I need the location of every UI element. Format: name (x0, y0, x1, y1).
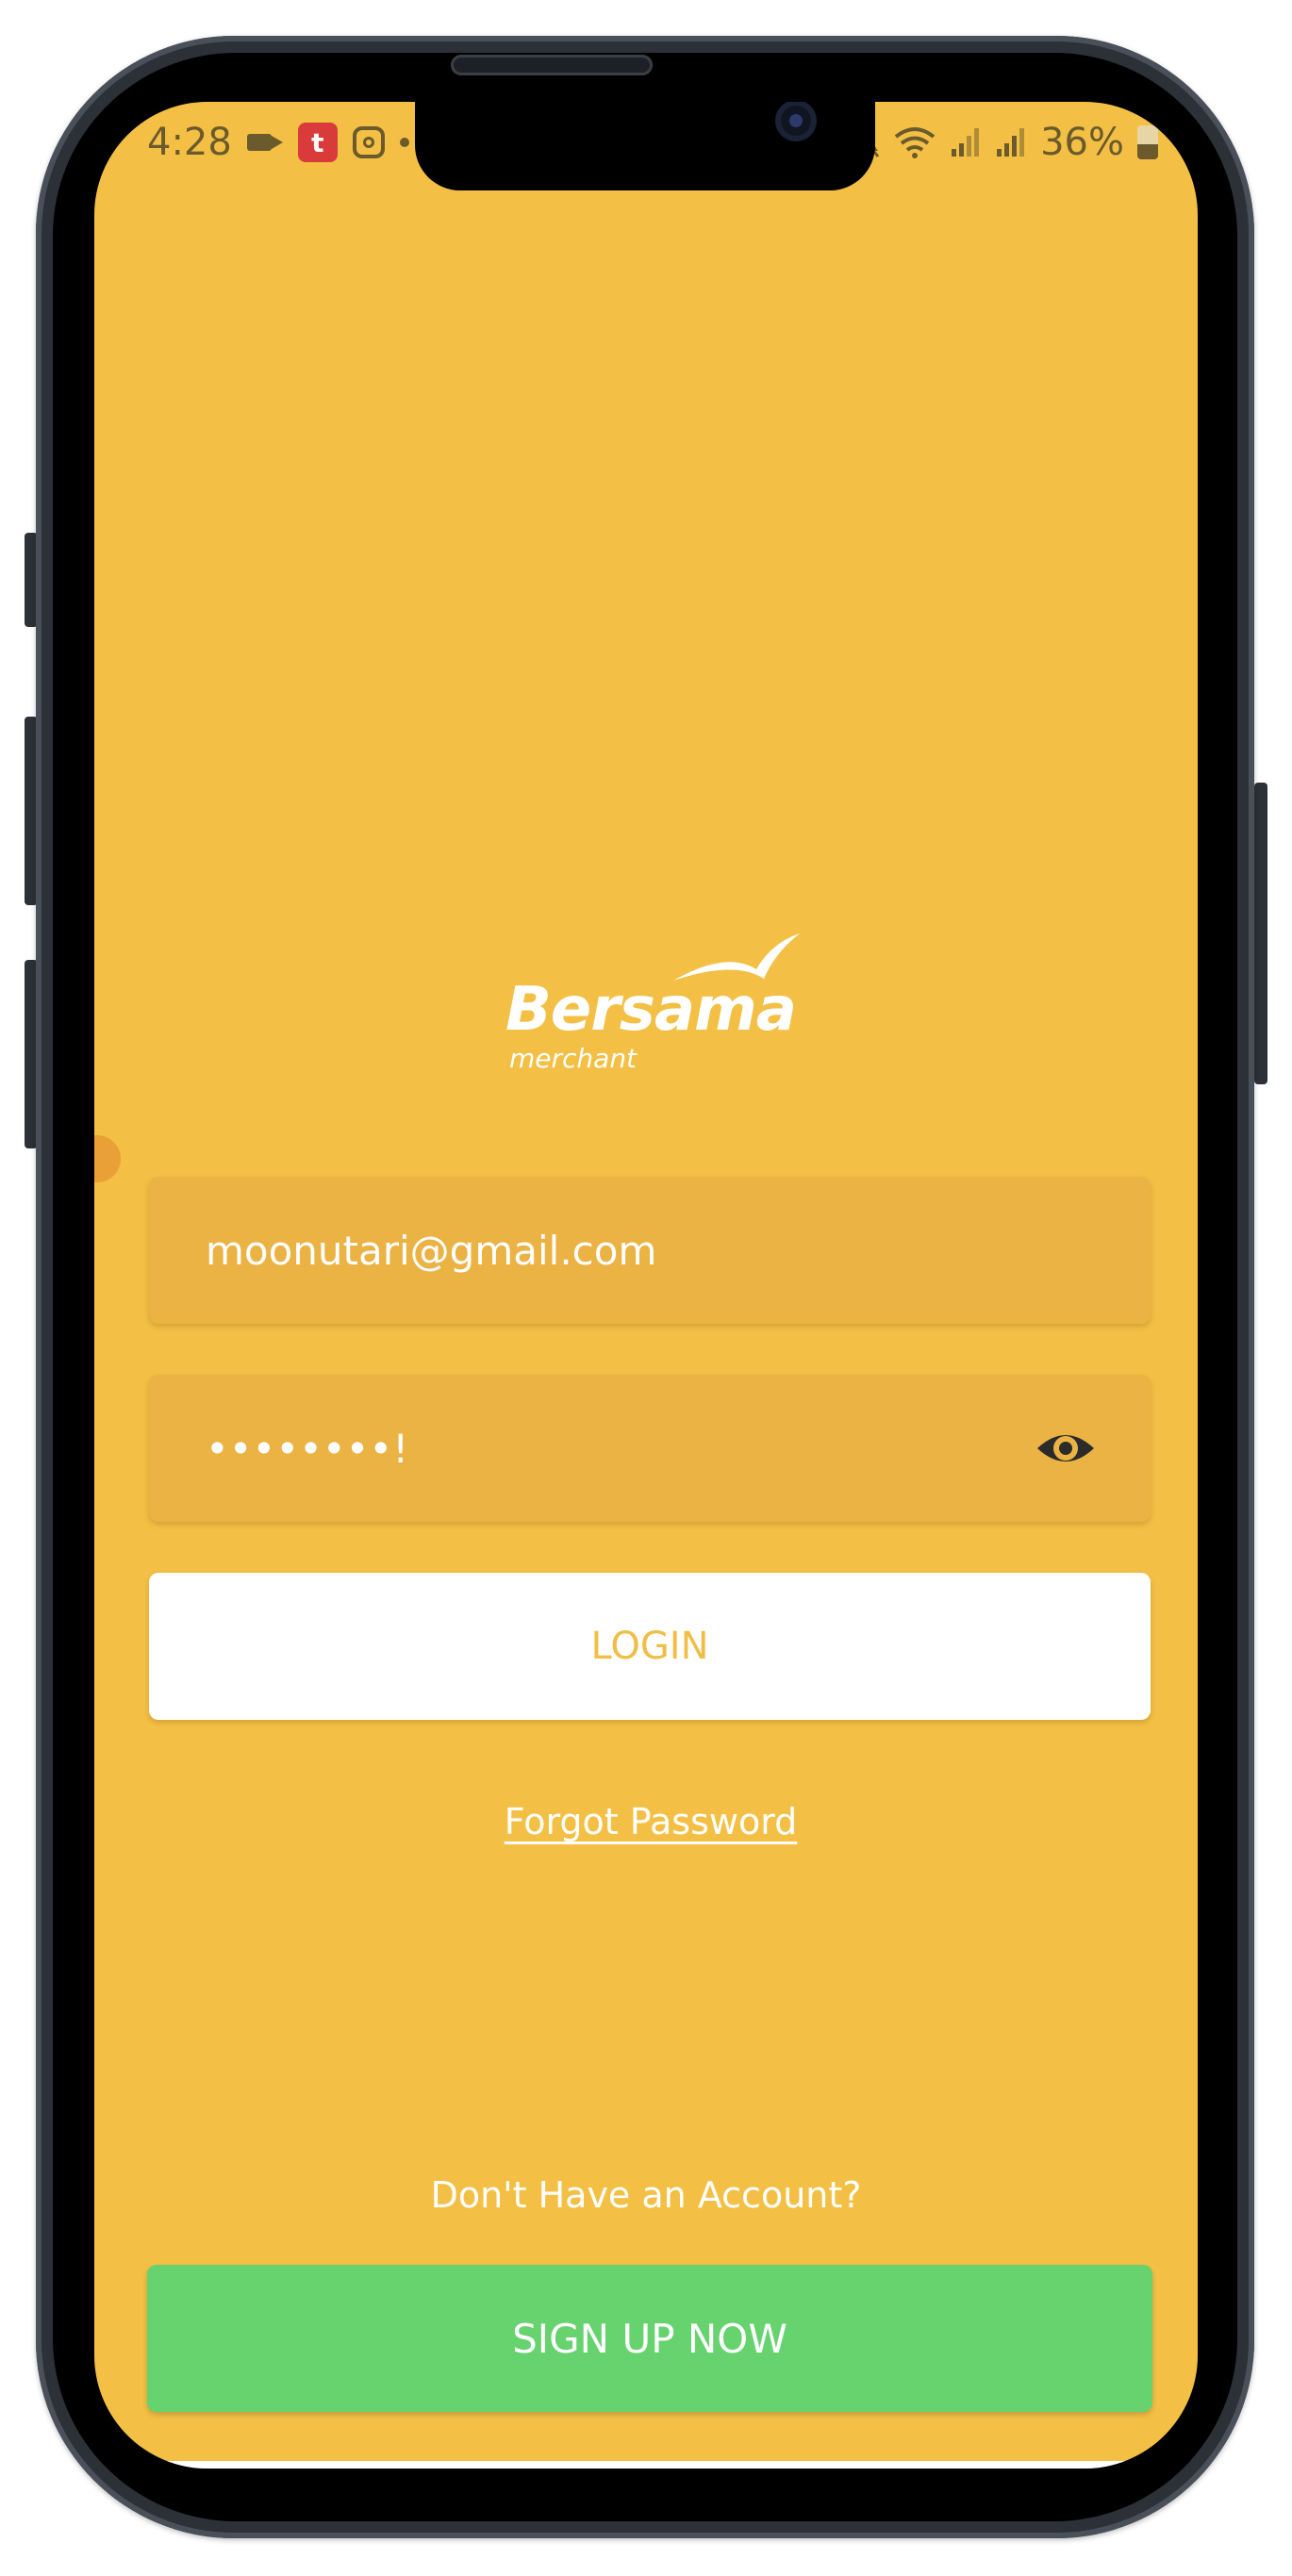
signal-icon (952, 128, 980, 157)
no-account-text: Don't Have an Account? (430, 2174, 862, 2216)
battery-icon (1137, 125, 1158, 159)
eye-icon[interactable] (1035, 1420, 1096, 1477)
sign-up-button[interactable]: SIGN UP NOW (147, 2265, 1152, 2412)
email-field[interactable]: moonutari@gmail.com (149, 1177, 1151, 1324)
email-value: moonutari@gmail.com (206, 1227, 657, 1274)
screen-bottom-strip (94, 2461, 1198, 2469)
instagram-icon (352, 126, 385, 158)
forgot-password-link[interactable]: Forgot Password (500, 1801, 802, 1842)
logo-brand: Bersama (505, 975, 797, 1045)
front-camera (775, 102, 817, 141)
wifi-icon (894, 127, 936, 158)
logo-sub: merchant (509, 1043, 638, 1074)
password-field[interactable]: ••••••••! (149, 1375, 1151, 1522)
password-value: ••••••••! (206, 1425, 409, 1472)
login-button[interactable]: LOGIN (149, 1573, 1151, 1720)
signal-icon (997, 128, 1025, 157)
bersama-merchant-logo: Bersama merchant (500, 932, 802, 1074)
sign-up-button-label: SIGN UP NOW (512, 2315, 787, 2362)
camera-notch (415, 102, 875, 190)
status-bar-left: 4:28 t (147, 121, 409, 164)
app-screen: 4:28 t 36% Bersama merchant moonutari@gm… (94, 102, 1198, 2469)
video-camera-icon (246, 132, 283, 153)
device-stage: 4:28 t 36% Bersama merchant moonutari@gm… (0, 0, 1292, 2576)
telkomsel-icon: t (297, 123, 338, 162)
floating-indicator (94, 1135, 121, 1182)
status-bar-right: 36% (855, 121, 1158, 164)
login-button-label: LOGIN (590, 1625, 709, 1668)
dot-icon (399, 138, 409, 147)
battery-percent: 36% (1040, 121, 1124, 164)
status-time: 4:28 (147, 121, 232, 164)
power-button (1254, 783, 1267, 1084)
earpiece-speaker (451, 55, 653, 75)
